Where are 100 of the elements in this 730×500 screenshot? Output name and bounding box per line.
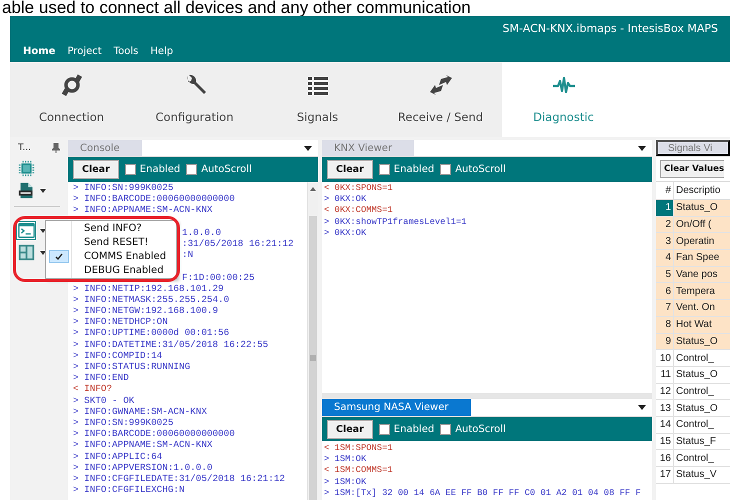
table-row[interactable]: 14 Control_ xyxy=(656,416,730,434)
log-line: > INFO:APPNAME:SM-ACN-KNX xyxy=(73,204,212,216)
table-cell-text: Fan Spee xyxy=(675,251,720,266)
table-cell: 15 xyxy=(656,434,674,450)
menu-item[interactable]: Send INFO? xyxy=(46,221,176,236)
log-line: > INFO:CFGFILEXCHG:N xyxy=(73,484,185,496)
log-line: F:1D:00:00:25 xyxy=(182,272,255,282)
table-row[interactable]: 3 Operatin xyxy=(656,233,730,250)
ribbon-button[interactable]: Signals xyxy=(256,62,379,137)
log-line: > INFO:DATETIME:31/05/2018 16:22:55 xyxy=(73,338,268,350)
log-line: > INFO:COMPID:14 xyxy=(73,350,162,361)
column-header[interactable]: Descriptio xyxy=(674,182,720,199)
menu-item[interactable]: Tools xyxy=(108,44,144,58)
log-line: > INFO:STATUS:RUNNING xyxy=(73,361,190,372)
log-line: :31/05/2018 16:21:12 xyxy=(182,238,294,249)
caret-icon[interactable] xyxy=(40,250,46,254)
table-cell-text: Control_ xyxy=(675,452,714,466)
table-cell-text: Status_O xyxy=(675,201,718,216)
log-line: > INFO:APPNAME:SM-ACN-KNX xyxy=(73,439,212,450)
log-line: > INFO:CFGFILEDATE:31/05/2018 16:21:12 xyxy=(73,472,286,484)
pin-icon[interactable] xyxy=(52,143,60,153)
dropdown-icon[interactable] xyxy=(638,405,646,410)
ribbon-button[interactable]: Configuration xyxy=(133,62,256,137)
checkbox[interactable]: Enabled xyxy=(124,164,180,175)
up-arrow-icon[interactable] xyxy=(310,187,316,191)
table-cell: 1 xyxy=(656,200,674,216)
checkbox[interactable]: AutoScroll xyxy=(440,424,506,434)
table-cell-text: Control_ xyxy=(675,418,714,432)
log-line: < INFO? xyxy=(73,383,112,394)
log-line: > SKT0 - OK xyxy=(73,394,134,406)
page-text: able used to connect all devices and any other communication xyxy=(1,0,472,16)
table-cell-text: Tempera xyxy=(675,284,715,299)
table-cell: 5 xyxy=(656,266,674,282)
table-cell-text: Vane pos xyxy=(675,268,718,282)
menu-item[interactable]: Project xyxy=(62,44,107,58)
clear-values-button[interactable]: Clear Values xyxy=(660,160,724,178)
log-line: > INFO:END xyxy=(73,372,129,384)
table-row[interactable]: 11 Status_O xyxy=(656,366,730,384)
table-row[interactable]: 9 Status_O xyxy=(656,334,730,350)
window-title: SM-ACN-KNX.ibmaps - IntesisBox MAPS xyxy=(502,22,718,34)
table-cell: 12 xyxy=(656,384,674,400)
caret-icon[interactable] xyxy=(40,188,46,192)
column-header[interactable]: # xyxy=(656,182,674,199)
scrollbar[interactable] xyxy=(307,182,318,500)
checkbox[interactable]: Enabled xyxy=(378,424,434,434)
table-row[interactable]: 10 Control_ xyxy=(656,350,730,367)
panel-tab[interactable]: Samsung NASA Viewer xyxy=(322,399,470,416)
log-line: > INFO:APPLIC:64 xyxy=(73,450,162,462)
log-line: > INFO:BARCODE:00060000000000 xyxy=(73,428,235,440)
table-cell: 13 xyxy=(656,400,674,416)
table-row[interactable]: 13 Status_O xyxy=(656,400,730,417)
table-cell: 2 xyxy=(656,216,674,232)
caret-icon[interactable] xyxy=(40,228,46,232)
dropdown-icon[interactable] xyxy=(638,146,646,150)
log-line: > INFO:SN:999K0025 xyxy=(73,416,174,428)
table-cell: 16 xyxy=(656,450,674,466)
table-row[interactable]: 6 Tempera xyxy=(656,283,730,300)
table-cell-text: Operatin xyxy=(675,234,714,249)
table-row[interactable]: 5 Vane pos xyxy=(656,266,730,284)
table-cell-text: On/Off ( xyxy=(675,218,712,232)
checkbox[interactable]: AutoScroll xyxy=(440,164,506,175)
ribbon-button[interactable]: Receive / Send xyxy=(379,62,502,137)
menu-item[interactable]: Help xyxy=(145,44,178,58)
log-line: > INFO:GWNAME:SM-ACN-KNX xyxy=(73,406,207,417)
table-cell: 7 xyxy=(656,300,674,316)
table-row[interactable]: 8 Hot Wat xyxy=(656,316,730,334)
checkbox[interactable]: AutoScroll xyxy=(186,164,252,175)
table-cell: 17 xyxy=(656,467,674,483)
table-row[interactable]: 2 On/Off ( xyxy=(656,216,730,234)
layout-icon xyxy=(18,244,34,261)
log-line: < 1SM:SPONS=1 xyxy=(324,443,393,453)
log-line: :N xyxy=(182,249,194,260)
ribbon-button[interactable]: Connection xyxy=(10,62,133,137)
clear-button[interactable]: Clear xyxy=(73,160,119,179)
menu-item[interactable]: Home xyxy=(18,44,60,58)
menu-item[interactable]: Send RESET! xyxy=(46,235,176,250)
log-line: > INFO:NETGW:192.168.100.9 xyxy=(73,305,218,316)
table-cell: 6 xyxy=(656,283,674,300)
table-row[interactable]: 15 Status_F xyxy=(656,434,730,450)
table-cell: 8 xyxy=(656,316,674,332)
menu-item[interactable]: COMMS Enabled xyxy=(46,249,176,264)
table-row[interactable]: 7 Vent. On xyxy=(656,300,730,317)
table-row[interactable]: 1 Status_O xyxy=(656,200,730,217)
table-row[interactable]: 12 Control_ xyxy=(656,384,730,400)
checkbox[interactable]: Enabled xyxy=(378,164,434,175)
table-row[interactable]: 4 Fan Spee xyxy=(656,250,730,267)
log-line: > INFO:SN:999K0025 xyxy=(73,182,174,193)
arrows-icon xyxy=(428,74,454,96)
table-cell-text: Status_O xyxy=(675,368,718,382)
table-row[interactable]: 17 Status_V xyxy=(656,467,730,484)
menu-item[interactable]: DEBUG Enabled xyxy=(46,264,176,278)
log-line: > 1SM:OK xyxy=(324,454,366,464)
table-cell: 14 xyxy=(656,416,674,433)
table-cell: 11 xyxy=(656,366,674,383)
clear-button[interactable]: Clear xyxy=(327,420,373,438)
log-line: > 1SM:OK xyxy=(324,476,366,487)
table-cell-text: Hot Wat xyxy=(675,318,712,332)
dropdown-icon[interactable] xyxy=(304,146,312,150)
table-row[interactable]: 16 Control_ xyxy=(656,450,730,467)
clear-button[interactable]: Clear xyxy=(327,160,373,179)
